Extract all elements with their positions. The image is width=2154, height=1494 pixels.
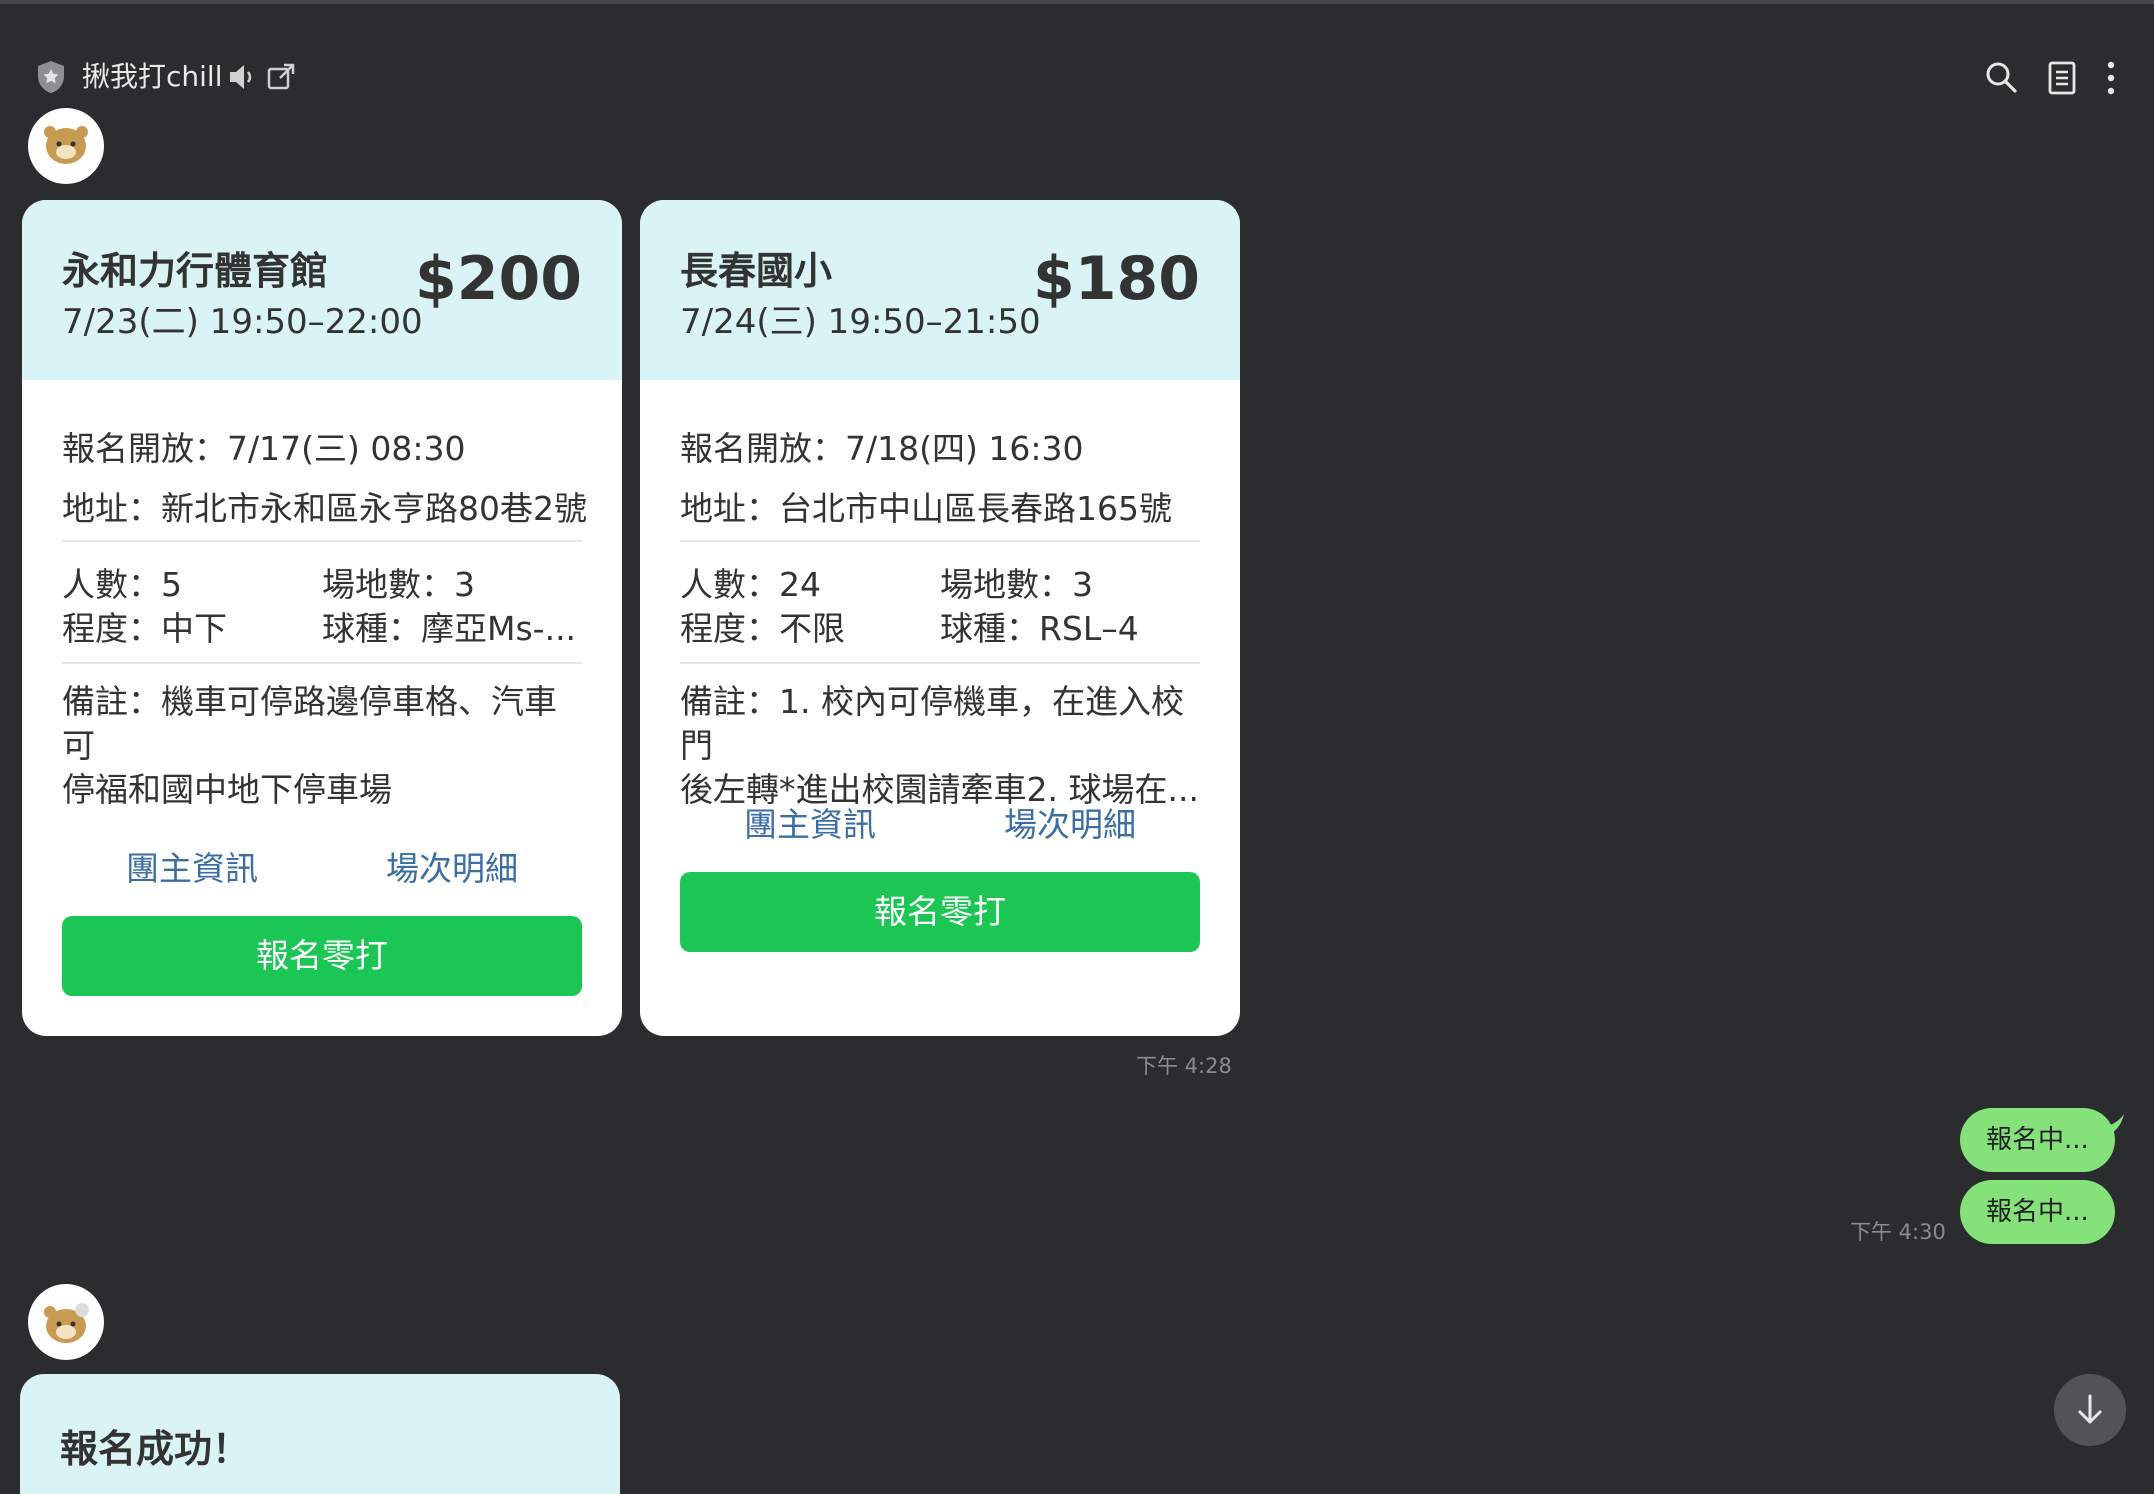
venue-name: 永和力行體育館 [62,249,329,293]
signup-result-card: 報名成功！ [20,1374,620,1494]
divider [680,662,1200,664]
remarks-line: 備註：1. 校內可停機車，在進入校門 [680,682,1184,765]
remarks-line: 停福和國中地下停車場 [62,770,392,809]
divider [62,662,582,664]
message-timestamp: 下午 4:30 [1850,1220,1946,1244]
session-time: 7/24(三) 19:50–21:50 [680,302,1041,342]
divider [62,540,582,542]
session-price: $180 [1033,244,1200,314]
host-info-link[interactable]: 團主資訊 [102,842,282,890]
court-count: 場地數：3 [940,565,1093,604]
join-session-button[interactable]: 報名零打 [680,872,1200,952]
search-icon[interactable] [1984,60,2018,94]
divider [680,540,1200,542]
remarks: 備註：1. 校內可停機車，在進入校門 後左轉*進出校園請牽車2. 球場在... [680,680,1204,812]
message-timestamp: 下午 4:28 [1136,1054,1232,1078]
host-info-link[interactable]: 團主資訊 [720,798,900,846]
session-card: 長春國小 7/24(三) 19:50–21:50 $180 報名開放：7/18(… [640,200,1240,1036]
notes-icon[interactable] [2046,60,2078,96]
venue-name: 長春國小 [680,249,833,293]
shuttlecock-type: 球種：RSL–4 [940,609,1139,648]
user-message-bubble[interactable]: 報名中... [1960,1108,2115,1172]
player-count: 人數：24 [680,565,821,604]
speaker-icon[interactable] [228,62,256,92]
skill-level: 程度：中下 [62,609,227,648]
join-session-button[interactable]: 報名零打 [62,916,582,996]
bot-avatar[interactable] [28,108,104,184]
signup-open-time: 報名開放：7/18(四) 16:30 [680,429,1084,468]
remarks-line: 備註：機車可停路邊停車格、汽車可 [62,682,557,765]
court-count: 場地數：3 [322,565,475,604]
session-time: 7/23(二) 19:50–22:00 [62,302,423,342]
bubble-tail [2098,1114,2124,1138]
address: 地址：台北市中山區長春路165號 [680,489,1172,528]
remarks: 備註：機車可停路邊停車格、汽車可 停福和國中地下停車場 [62,680,586,812]
signup-open-time: 報名開放：7/17(三) 08:30 [62,429,466,468]
user-message-bubble[interactable]: 報名中... [1960,1180,2115,1244]
session-price: $200 [415,244,582,314]
session-details-link[interactable]: 場次明細 [362,842,542,890]
chat-header: 揪我打chill [0,4,2154,124]
card-header: 永和力行體育館 7/23(二) 19:50–22:00 $200 [22,200,622,380]
result-title: 報名成功！ [60,1427,251,1471]
chat-room-title[interactable]: 揪我打chill [82,58,222,96]
player-count: 人數：5 [62,565,182,604]
address: 地址：新北市永和區永亨路80巷2號 [62,489,587,528]
card-header: 長春國小 7/24(三) 19:50–21:50 $180 [640,200,1240,380]
shuttlecock-type: 球種：摩亞Ms-... [322,609,577,648]
skill-level: 程度：不限 [680,609,845,648]
bot-avatar[interactable] [28,1284,104,1360]
popout-icon[interactable] [266,62,296,92]
more-vertical-icon[interactable] [2096,58,2126,98]
session-card: 永和力行體育館 7/23(二) 19:50–22:00 $200 報名開放：7/… [22,200,622,1036]
arrow-down-icon [2078,1394,2102,1424]
scroll-to-bottom-button[interactable] [2054,1374,2126,1446]
shield-star-icon [36,60,66,94]
session-details-link[interactable]: 場次明細 [980,798,1160,846]
